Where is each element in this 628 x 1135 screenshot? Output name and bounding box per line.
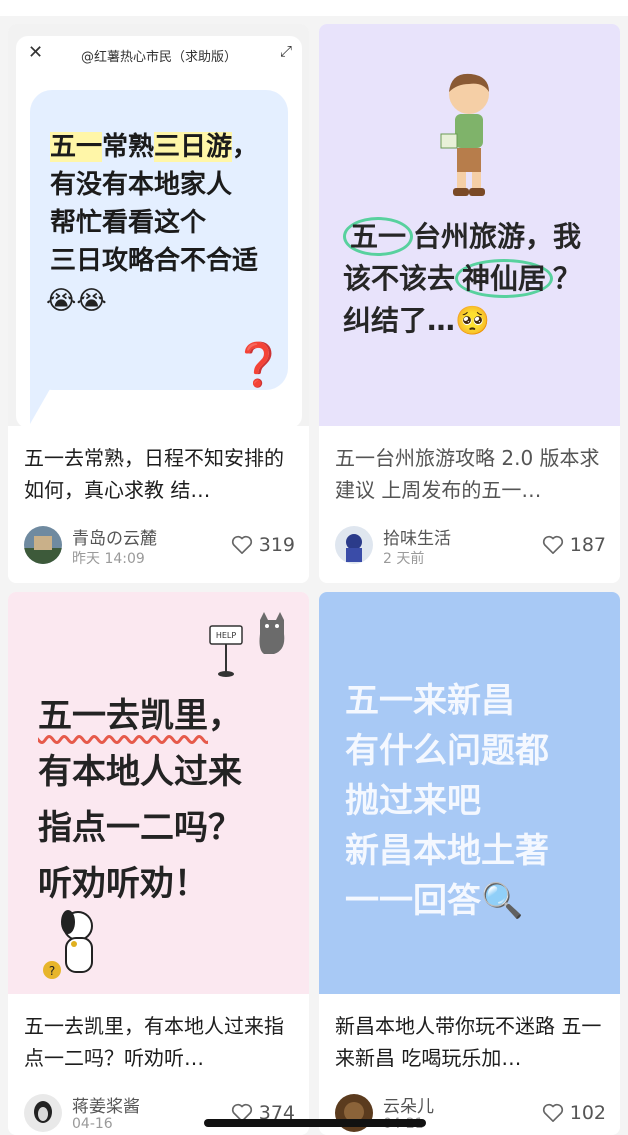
card-title[interactable]: 五一去凯里，有本地人过来指点一二吗？听劝听… [24,1010,295,1074]
like-button[interactable]: 187 [542,534,606,556]
heart-icon [542,1103,563,1122]
question-mark-icon: ❓ [232,340,285,389]
card-title[interactable]: 五一台州旅游攻略 2.0 版本求建议 上周发布的五一… [335,442,606,506]
feed-card[interactable]: HELP 五一去凯里， 有本地人过来 指点一二吗？ 听劝听劝！ ? 五一去凯里，… [8,592,309,1135]
feed-card[interactable]: 五一 台州旅游，我 该不该去 神仙居？ 纠结了…🥺 五一台州旅游攻略 2.0 版本求… [319,24,620,583]
svg-text:?: ? [49,964,55,978]
close-icon: ✕ [28,42,44,63]
post-time: 昨天 14:09 [72,551,145,567]
avatar[interactable] [24,526,62,564]
magnifier-icon: 🔍 [481,881,524,921]
card-cover-image[interactable]: 五一 台州旅游，我 该不该去 神仙居？ 纠结了…🥺 [319,24,620,426]
expand-icon: ⤢ [279,42,292,60]
cover-headline: 五一去凯里， 有本地人过来 指点一二吗？ 听劝听劝！ [38,696,242,904]
like-button[interactable]: 319 [231,534,295,556]
cover-headline: 五一 台州旅游，我 该不该去 神仙居？ 纠结了…🥺 [343,216,581,342]
cartoon-kid-icon [440,73,489,196]
cat-icon [259,612,285,654]
like-count: 187 [569,534,606,556]
post-time: 2 天前 [383,551,425,567]
like-count: 319 [258,534,295,556]
avatar[interactable] [24,1094,62,1132]
help-sign-text: HELP [216,631,237,640]
card-title[interactable]: 新昌本地人带你玩不迷路 五一来新昌 吃喝玩乐加… [335,1010,606,1074]
like-button[interactable]: 102 [542,1102,606,1124]
author-name[interactable]: 拾味生活 [383,524,451,549]
card-cover-image[interactable]: ✕ @红薯热心市民（求助版） ⤢ 五一常熟三日游， 有没有本地家人 帮忙看看这个… [8,24,309,426]
feed-card[interactable]: ✕ @红薯热心市民（求助版） ⤢ 五一常熟三日游， 有没有本地家人 帮忙看看这个… [8,24,309,583]
post-time: 04-16 [72,1116,113,1132]
author-name[interactable]: 青岛の云麓 [72,524,157,549]
top-strip [0,0,628,16]
home-indicator[interactable] [204,1119,426,1127]
crying-face-icons: 😭😭 [46,286,107,316]
card-cover-image[interactable]: 五一来新昌 有什么问题都 抛过来吧 新昌本地土著 一一回答🔍 [319,592,620,994]
cover-headline: 五一来新昌 有什么问题都 抛过来吧 新昌本地土著 一一回答🔍 [345,681,549,921]
author-name[interactable]: 蒋姜桨酱 [72,1092,140,1117]
card-cover-image[interactable]: HELP 五一去凯里， 有本地人过来 指点一二吗？ 听劝听劝！ ? [8,592,309,994]
help-sign-icon: HELP [209,625,243,677]
heart-icon [231,535,252,554]
like-count: 102 [569,1102,606,1124]
speech-bubble-tail [30,354,70,424]
card-title[interactable]: 五一去常熟，日程不知安排的如何，真心求教 结… [24,442,295,506]
cover-headline: 五一常熟三日游， 有没有本地家人 帮忙看看这个 三日攻略合不合适 [50,132,259,276]
pleading-face-icon: 🥺 [455,304,490,337]
feed-card[interactable]: 五一来新昌 有什么问题都 抛过来吧 新昌本地土著 一一回答🔍 新昌本地人带你玩不… [319,592,620,1135]
author-name[interactable]: 云朵儿 [383,1092,434,1117]
dog-icon: ? [43,910,93,979]
avatar[interactable] [335,526,373,564]
cover-dialog-title: @红薯热心市民（求助版） [80,50,237,65]
heart-icon [542,535,563,554]
